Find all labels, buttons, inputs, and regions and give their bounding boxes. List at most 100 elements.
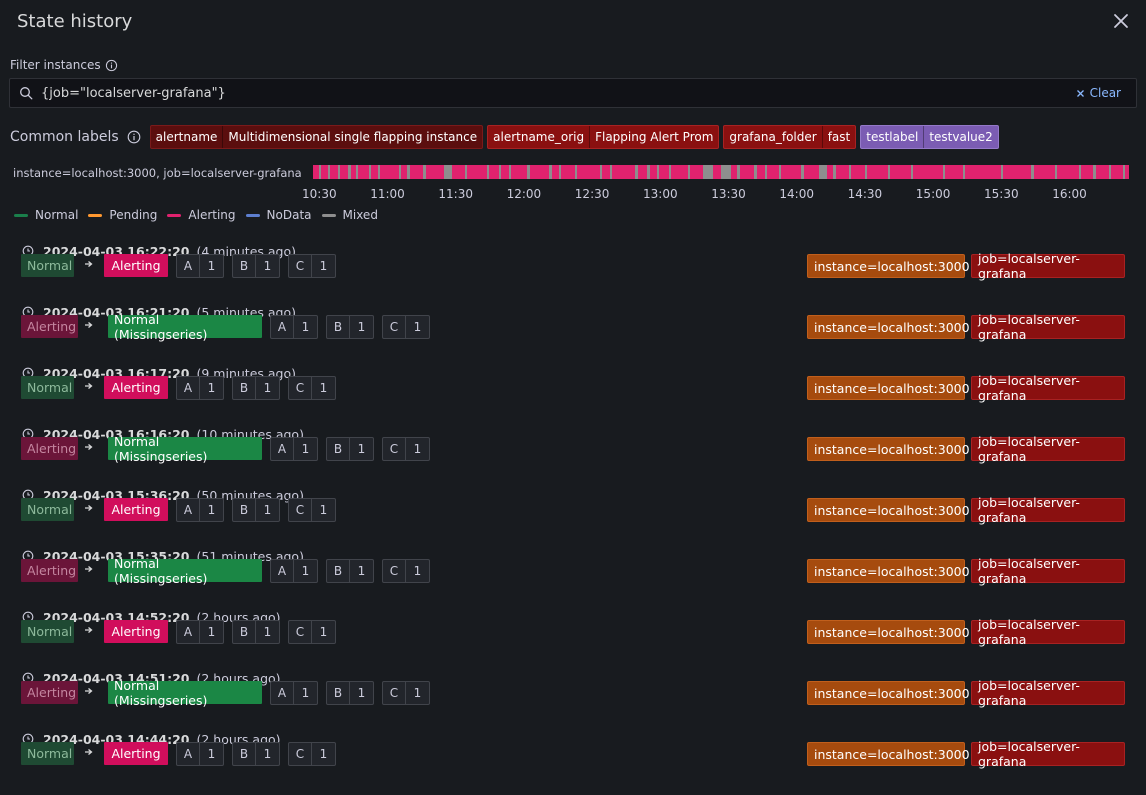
timeline-tick-label: 16:00	[1052, 187, 1087, 201]
timeline-mixed-segment	[487, 165, 489, 179]
query-value-chip: C1	[288, 742, 336, 766]
timeline-tick-label: 14:00	[779, 187, 814, 201]
job-label-chip: job=localserver-grafana	[971, 373, 1125, 403]
timeline-mixed-segment	[801, 165, 804, 179]
query-value-chip: C1	[288, 376, 336, 400]
job-label-chip: job=localserver-grafana	[971, 739, 1125, 769]
label-value: testvalue2	[929, 129, 993, 144]
timeline-mixed-segment	[819, 165, 827, 179]
history-row: 2024-04-03 16:21:20 (5 minutes ago) Alerti…	[0, 304, 1146, 365]
timeline-mixed-segment	[779, 165, 781, 179]
instance-label-chip: instance=localhost:3000	[807, 681, 970, 705]
drawer-title: State history	[17, 11, 133, 32]
label-key: grafana_folder	[724, 125, 823, 148]
clear-button[interactable]: Clear	[1076, 86, 1121, 100]
query-key: A	[177, 255, 200, 277]
filter-label: Filter instances	[10, 58, 118, 72]
legend-item[interactable]: NoData	[245, 208, 312, 222]
history-row: 2024-04-03 16:22:20 (4 minutes ago) Normal…	[0, 243, 1146, 304]
instance-label-chip: instance=localhost:3000	[807, 742, 970, 766]
clear-label: Clear	[1089, 86, 1121, 100]
timeline-mixed-segment	[688, 165, 690, 179]
filter-value[interactable]: {job="localserver-grafana"}	[41, 86, 226, 101]
timeline-mixed-segment	[575, 165, 577, 179]
job-label-chip: job=localserver-grafana	[971, 251, 1125, 281]
legend-label: Mixed	[342, 208, 378, 222]
timeline-mixed-segment	[399, 165, 401, 179]
common-label-chip[interactable]: grafana_folder fast	[723, 124, 857, 149]
timeline-mixed-segment	[657, 165, 659, 179]
timeline-tick-label: 15:30	[984, 187, 1019, 201]
query-value: 1	[263, 625, 272, 639]
query-value: 1	[263, 381, 272, 395]
query-key: A	[177, 499, 200, 521]
query-value: 1	[263, 259, 272, 273]
common-label-chip[interactable]: testlabel testvalue2	[860, 124, 999, 149]
legend-item[interactable]: Alerting	[167, 208, 236, 222]
from-state-badge: Normal	[21, 742, 74, 765]
query-key: B	[327, 316, 350, 338]
timeline-mixed-segment	[407, 165, 410, 179]
legend-item[interactable]: Pending	[88, 208, 157, 222]
info-icon[interactable]	[105, 59, 118, 72]
filter-input[interactable]: {job="localserver-grafana"} Clear	[9, 78, 1137, 108]
timeline-tick-label: 15:00	[915, 187, 951, 201]
query-value: 1	[319, 747, 328, 761]
query-value-chip: C1	[382, 437, 430, 461]
query-key: C	[383, 560, 406, 582]
close-icon[interactable]	[1110, 10, 1132, 32]
query-key: B	[233, 377, 256, 399]
legend-item[interactable]: Mixed	[321, 208, 378, 222]
query-key: A	[271, 682, 294, 704]
timeline-tick-label: 13:30	[711, 187, 746, 201]
label-key: testlabel	[861, 125, 925, 148]
legend-label: Normal	[35, 208, 79, 222]
common-label-chip[interactable]: alertname Multidimensional single flappin…	[149, 124, 484, 149]
history-row: 2024-04-03 15:36:20 (50 minutes ago) Norma…	[0, 487, 1146, 548]
history-row: 2024-04-03 16:17:20 (9 minutes ago) Normal…	[0, 365, 1146, 426]
legend-item[interactable]: Normal	[14, 208, 78, 222]
legend-label: Alerting	[188, 208, 236, 222]
to-state-badge: Normal (Missingseries)	[108, 434, 262, 464]
state-timeline-bar[interactable]	[313, 165, 1129, 179]
query-key: B	[327, 560, 350, 582]
query-value-chip: C1	[288, 498, 336, 522]
timeline-mixed-segment	[1109, 165, 1111, 179]
arrow-right-icon	[84, 685, 96, 699]
timeline-mixed-segment	[444, 165, 452, 179]
timeline-mixed-segment	[499, 165, 501, 179]
query-key: A	[177, 377, 200, 399]
history-row: 2024-04-03 15:35:20 (51 minutes ago) Alert…	[0, 548, 1146, 609]
timeline-tick-label: 11:30	[438, 187, 473, 201]
query-value: 1	[263, 747, 272, 761]
query-value-chip: A1	[176, 254, 224, 278]
to-state-badge: Alerting	[104, 620, 168, 643]
timeline-tick-label: 10:30	[302, 187, 337, 201]
to-state-badge: Normal (Missingseries)	[108, 678, 262, 708]
timeline-mixed-segment	[849, 165, 851, 179]
timeline-tick-label: 11:00	[370, 187, 405, 201]
instance-label-chip: instance=localhost:3000	[807, 498, 970, 522]
info-icon[interactable]	[127, 130, 141, 144]
query-key: B	[327, 682, 350, 704]
to-state-badge: Alerting	[104, 498, 168, 521]
timeline-axis: 10:30 11:00 11:30 12:00 12:30 13:00 13:30 14:00…	[0, 187, 1146, 203]
query-value-chip: A1	[176, 376, 224, 400]
timeline-mixed-segment	[338, 165, 340, 179]
filter-label-text: Filter instances	[10, 58, 101, 72]
job-label-chip: job=localserver-grafana	[971, 556, 1125, 586]
instance-label-chip: instance=localhost:3000	[807, 437, 970, 461]
job-label-chip: job=localserver-grafana	[971, 678, 1125, 708]
query-key: B	[233, 621, 256, 643]
instance-label-chip: instance=localhost:3000	[807, 254, 970, 278]
job-label-chip: job=localserver-grafana	[971, 434, 1125, 464]
query-value-chip: A1	[176, 742, 224, 766]
to-state-badge: Alerting	[104, 254, 168, 277]
query-value-chip: A1	[176, 498, 224, 522]
timeline-mixed-segment	[1123, 165, 1125, 179]
history-row: 2024-04-03 16:16:20 (10 minutes ago) Alert…	[0, 426, 1146, 487]
label-key: alertname_orig	[488, 125, 591, 148]
query-value: 1	[207, 259, 216, 273]
query-value-chip: B1	[326, 315, 374, 339]
common-label-chip[interactable]: alertname_orig Flapping Alert Prom	[487, 124, 720, 149]
